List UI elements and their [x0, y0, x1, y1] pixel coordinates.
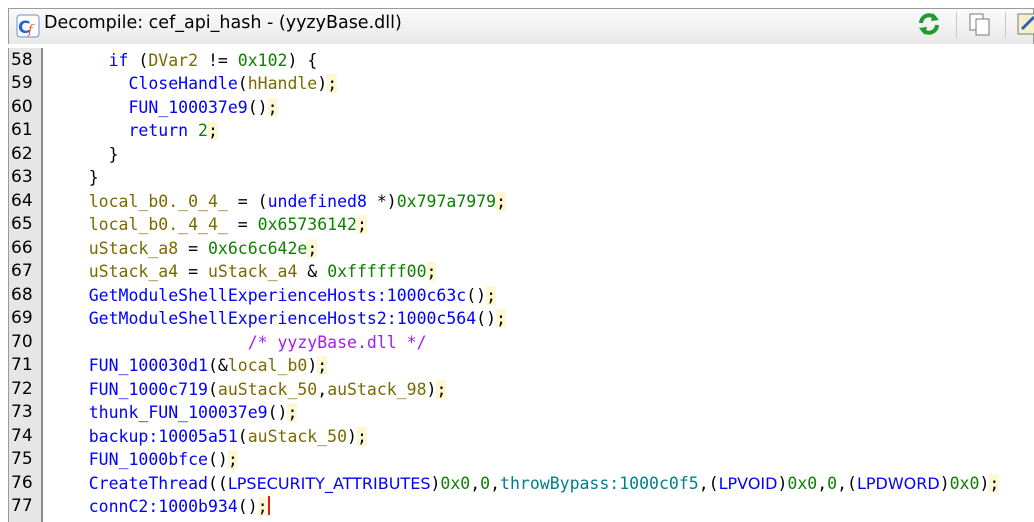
code-line: local_b0._4_4_ = 0x65736142; — [88, 215, 367, 234]
code-line: uStack_a8 = 0x6c6c642e; — [88, 239, 318, 258]
line-number: 60 — [11, 97, 33, 117]
code-line: FUN_100030d1(&local_b0); — [88, 356, 328, 375]
code-token[interactable]: FUN_1000bfce — [89, 450, 208, 469]
decompile-app-icon: C f — [16, 14, 40, 38]
line-number: 63 — [11, 167, 33, 187]
code-line: CreateThread((LPSECURITY_ATTRIBUTES)0x0,… — [88, 474, 1000, 493]
code-line: if (DVar2 != 0x102) { — [108, 51, 318, 70]
line-number: 65 — [11, 214, 33, 234]
code-token[interactable]: auStack_98 — [327, 380, 426, 399]
copy-icon[interactable] — [967, 11, 993, 37]
code-token[interactable]: FUN_1000c719 — [89, 380, 208, 399]
code-token[interactable]: 0x797a7979 — [397, 192, 496, 211]
code-line: return 2; — [128, 121, 218, 140]
title-bar: C f Decompile: cef_api_hash - (yyzyBase.… — [0, 0, 1034, 48]
code-line: } — [49, 145, 119, 164]
code-token[interactable]: uStack_a4 — [89, 262, 178, 281]
code-token[interactable]: local_b0._0_4_ — [89, 192, 228, 211]
line-number: 68 — [11, 285, 33, 305]
code-token[interactable]: 0 — [480, 474, 490, 493]
line-number: 61 — [11, 120, 33, 140]
code-token[interactable]: 0 — [827, 474, 837, 493]
code-line: thunk_FUN_100037e9(); — [88, 403, 298, 422]
code-token[interactable]: 0x102 — [238, 51, 288, 70]
code-token[interactable]: return — [128, 121, 188, 140]
code-line: local_b0._0_4_ = (undefined8 *)0x797a797… — [88, 192, 507, 211]
code-token[interactable]: auStack_50 — [218, 380, 317, 399]
line-number: 66 — [11, 238, 33, 258]
code-token[interactable]: GetModuleShellExperienceHosts2:1000c564 — [89, 309, 476, 328]
code-line: FUN_100037e9(); — [128, 98, 278, 117]
code-token[interactable]: LPVOID — [719, 474, 778, 493]
code-token[interactable]: uStack_a8 — [89, 239, 178, 258]
code-token[interactable]: auStack_50 — [248, 427, 347, 446]
line-number: 75 — [11, 449, 33, 469]
code-token[interactable]: local_b0 — [228, 356, 307, 375]
code-token[interactable]: 0x65736142 — [258, 215, 357, 234]
code-token[interactable]: thunk_FUN_100037e9 — [89, 403, 268, 422]
code-line: FUN_1000bfce(); — [88, 450, 238, 469]
code-token[interactable]: local_b0._4_4_ — [89, 215, 228, 234]
code-token[interactable]: FUN_100037e9 — [128, 98, 247, 117]
decompiler-code-view[interactable]: 58 59 60 61 62 63 64 65 66 67 68 69 70 7… — [8, 48, 1034, 522]
code-comment: /* yyzyBase.dll */ — [247, 333, 427, 352]
line-number: 74 — [11, 426, 33, 446]
code-line: /* yyzyBase.dll */ — [49, 331, 427, 354]
code-line: GetModuleShellExperienceHosts:1000c63c()… — [88, 286, 497, 305]
line-number: 71 — [11, 355, 33, 375]
code-token[interactable]: 2 — [198, 121, 208, 140]
window-title: Decompile: cef_api_hash - (yyzyBase.dll) — [44, 13, 402, 33]
code-token[interactable]: 0xffffff00 — [327, 262, 426, 281]
line-number: 59 — [11, 73, 33, 93]
line-number: 62 — [11, 144, 33, 164]
line-number: 69 — [11, 308, 33, 328]
line-number: 72 — [11, 379, 33, 399]
text-cursor — [267, 496, 270, 515]
line-number: 70 — [11, 332, 33, 352]
code-token[interactable]: uStack_a4 — [208, 262, 297, 281]
code-token[interactable]: DVar2 — [148, 51, 198, 70]
line-number: 64 — [11, 191, 33, 211]
code-token[interactable]: connC2:1000b934 — [89, 497, 238, 516]
code-token[interactable]: if — [109, 51, 129, 70]
code-token[interactable]: CreateThread — [89, 474, 208, 493]
line-number-gutter: 58 59 60 61 62 63 64 65 66 67 68 69 70 7… — [9, 48, 43, 522]
code-line: connC2:1000b934(); — [88, 496, 270, 516]
code-line: } — [49, 168, 99, 187]
code-token[interactable]: GetModuleShellExperienceHosts:1000c63c — [89, 286, 467, 305]
code-line: CloseHandle(hHandle); — [128, 74, 338, 93]
toolbar-separator — [1005, 12, 1006, 38]
code-line: uStack_a4 = uStack_a4 & 0xffffff00; — [88, 262, 437, 281]
line-number: 67 — [11, 261, 33, 281]
code-token[interactable]: CloseHandle — [128, 74, 237, 93]
line-number: 77 — [11, 496, 33, 516]
snapshot-icon[interactable] — [1016, 11, 1034, 37]
code-line: FUN_1000c719(auStack_50,auStack_98); — [88, 380, 447, 399]
line-number: 76 — [11, 473, 33, 493]
code-line: backup:10005a51(auStack_50); — [88, 427, 367, 446]
line-number: 73 — [11, 402, 33, 422]
decompiler-window: C f Decompile: cef_api_hash - (yyzyBase.… — [0, 0, 1034, 522]
code-token[interactable]: 0x6c6c642e — [208, 239, 307, 258]
line-number: 58 — [11, 50, 33, 70]
code-token[interactable]: LPDWORD — [857, 474, 940, 493]
code-token[interactable]: throwBypass:1000c0f5 — [500, 474, 699, 493]
toolbar-separator — [956, 12, 957, 38]
code-token[interactable]: 0x0 — [440, 474, 470, 493]
refresh-icon[interactable] — [916, 11, 942, 37]
code-token[interactable]: LPSECURITY_ATTRIBUTES — [228, 474, 431, 493]
code-line: GetModuleShellExperienceHosts2:1000c564(… — [88, 309, 506, 328]
code-token[interactable]: 0x0 — [787, 474, 817, 493]
code-token[interactable]: hHandle — [248, 74, 318, 93]
code-token[interactable]: 0x0 — [950, 474, 980, 493]
code-token[interactable]: backup:10005a51 — [89, 427, 238, 446]
code-token[interactable]: undefined8 — [268, 192, 367, 211]
code-token[interactable]: FUN_100030d1 — [89, 356, 208, 375]
